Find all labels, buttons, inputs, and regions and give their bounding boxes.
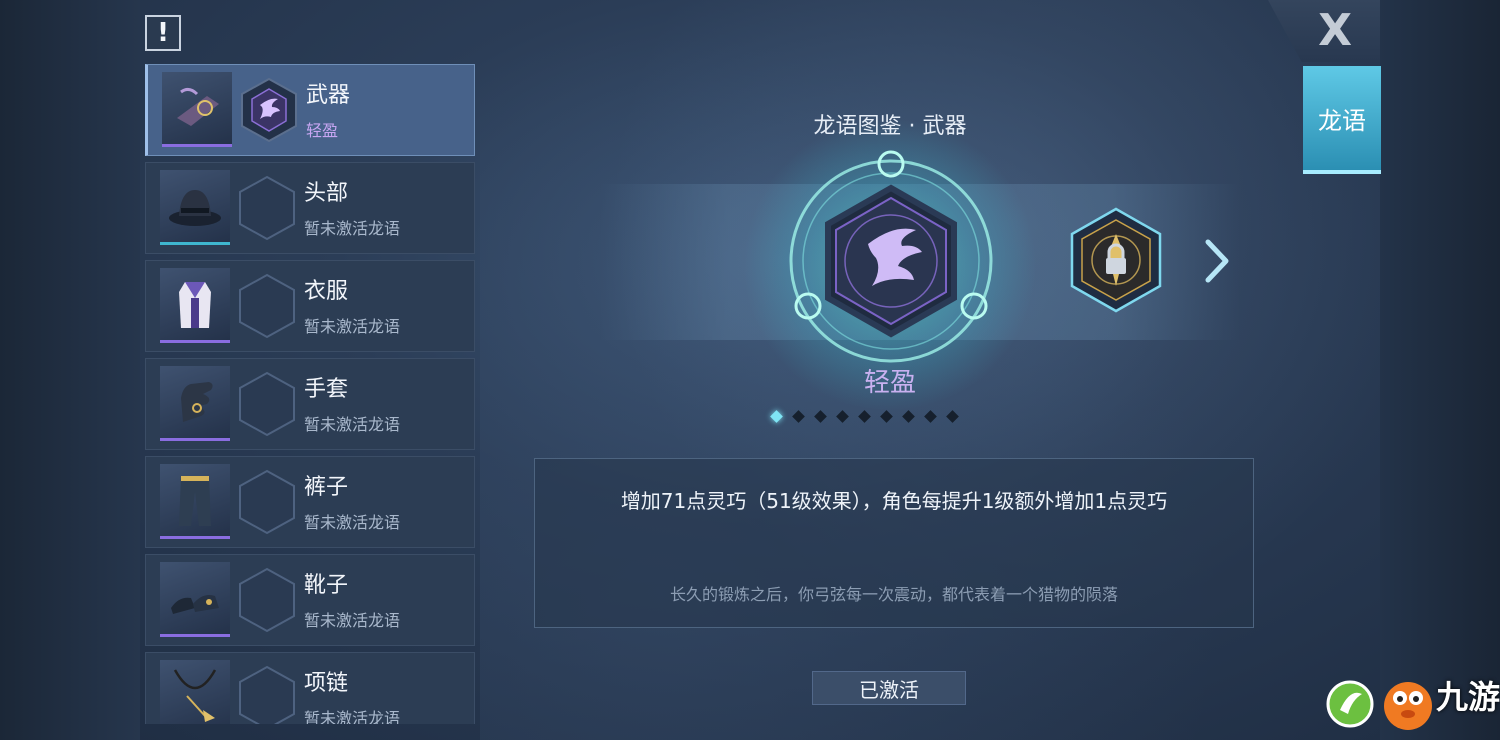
slot-name: 裤子 xyxy=(304,475,349,500)
rarity-bar xyxy=(160,340,230,343)
slot-status: 暂未激活龙语 xyxy=(304,317,401,336)
equipment-slot[interactable]: 头部 暂未激活龙语 xyxy=(145,162,475,254)
page-dot[interactable] xyxy=(946,409,959,423)
empty-rune-slot-icon xyxy=(238,175,296,241)
equipment-slot[interactable]: 项链 暂未激活龙语 xyxy=(145,652,475,724)
page-dot[interactable] xyxy=(814,409,827,423)
rune-slot-icon xyxy=(240,77,298,143)
activated-button[interactable]: 已激活 xyxy=(812,671,966,705)
alert-icon[interactable]: ! xyxy=(145,15,181,51)
empty-rune-slot-icon xyxy=(238,371,296,437)
flavor-text: 长久的锻炼之后，你弓弦每一次震动，都代表着一个猎物的陨落 xyxy=(669,585,1118,604)
slot-name: 衣服 xyxy=(304,279,349,304)
next-arrow-icon[interactable] xyxy=(1200,236,1234,286)
equipment-slot[interactable]: 手套 暂未激活龙语 xyxy=(145,358,475,450)
page-dot[interactable] xyxy=(836,409,849,423)
pants-icon xyxy=(160,464,230,536)
slot-status: 暂未激活龙语 xyxy=(304,415,401,434)
empty-rune-slot-icon xyxy=(238,273,296,339)
page-dot[interactable] xyxy=(770,409,783,423)
equipment-slot-list: 武器 轻盈 头部 暂未激活龙语 衣服 暂未激活龙语 手套 暂未激活龙语 裤子 暂未激活龙语 靴子 暂未… xyxy=(145,64,475,724)
rarity-bar xyxy=(160,438,230,441)
glove-icon xyxy=(160,366,230,438)
equipment-slot[interactable]: 衣服 暂未激活龙语 xyxy=(145,260,475,352)
rune-name: 轻盈 xyxy=(863,368,916,398)
hat-icon xyxy=(160,170,230,242)
description-panel: 增加71点灵巧（51级效果），角色每提升1级额外增加1点灵巧 长久的锻炼之后，你… xyxy=(534,458,1254,628)
empty-rune-slot-icon xyxy=(238,469,296,535)
rarity-bar xyxy=(160,536,230,539)
right-backdrop xyxy=(1380,0,1500,740)
watermark-text: 九游 xyxy=(1436,678,1500,716)
page-dot[interactable] xyxy=(792,409,805,423)
page-dot[interactable] xyxy=(902,409,915,423)
effect-text: 增加71点灵巧（51级效果），角色每提升1级额外增加1点灵巧 xyxy=(620,489,1168,513)
necklace-icon xyxy=(160,660,230,724)
slot-name: 手套 xyxy=(304,377,349,402)
slot-name: 项链 xyxy=(304,671,349,696)
rarity-bar xyxy=(162,144,232,147)
left-backdrop xyxy=(0,0,140,740)
rarity-bar xyxy=(160,242,230,245)
slot-name: 头部 xyxy=(304,181,349,206)
weapon-icon xyxy=(162,72,232,144)
equipment-slot[interactable]: 裤子 暂未激活龙语 xyxy=(145,456,475,548)
rune-emblem-icon[interactable] xyxy=(776,146,1006,376)
empty-rune-slot-icon xyxy=(238,567,296,633)
slot-status: 暂未激活龙语 xyxy=(304,709,401,724)
boots-icon xyxy=(160,562,230,634)
slot-status: 暂未激活龙语 xyxy=(304,513,401,532)
outfit-icon xyxy=(160,268,230,340)
slot-name: 武器 xyxy=(306,83,351,108)
slot-status: 轻盈 xyxy=(306,121,339,140)
locked-rune-icon[interactable] xyxy=(1068,206,1164,314)
slot-status: 暂未激活龙语 xyxy=(304,611,401,630)
close-icon: X xyxy=(1318,5,1352,56)
page-indicator xyxy=(770,406,959,426)
page-dot[interactable] xyxy=(924,409,937,423)
codex-title: 龙语图鉴 · 武器 xyxy=(813,114,967,139)
equipment-slot[interactable]: 靴子 暂未激活龙语 xyxy=(145,554,475,646)
page-dot[interactable] xyxy=(858,409,871,423)
empty-rune-slot-icon xyxy=(238,665,296,724)
equipment-slot[interactable]: 武器 轻盈 xyxy=(145,64,475,156)
tab-dragon-language[interactable]: 龙语 xyxy=(1303,66,1381,174)
rarity-bar xyxy=(160,634,230,637)
page-dot[interactable] xyxy=(880,409,893,423)
slot-name: 靴子 xyxy=(304,573,349,598)
slot-status: 暂未激活龙语 xyxy=(304,219,401,238)
